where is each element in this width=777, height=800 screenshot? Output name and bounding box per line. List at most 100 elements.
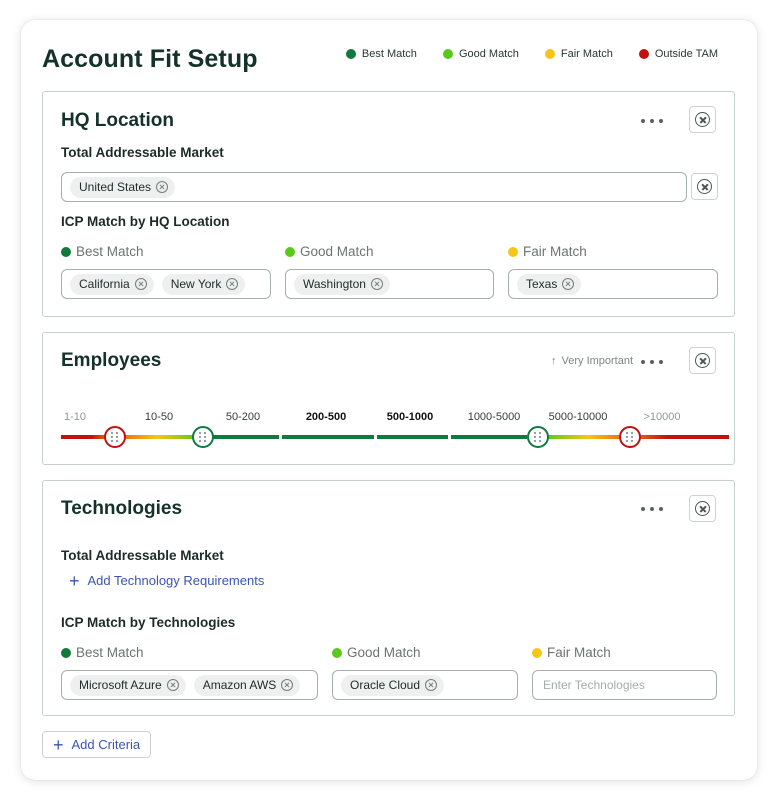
chip-label: Amazon AWS [202, 678, 277, 692]
employees-section: Employees ↑ Very Important 1-10 10-50 50… [42, 332, 735, 465]
arrow-up-icon: ↑ [551, 355, 557, 367]
employee-range-labels: 1-10 10-50 50-200 200-500 500-1000 1000-… [43, 411, 736, 427]
fair-match-dot-icon [532, 647, 542, 658]
close-circle-icon [695, 501, 710, 516]
range-label: 10-50 [144, 411, 174, 423]
slider-handle-best-low[interactable] [192, 426, 214, 448]
tam-label: Total Addressable Market [61, 548, 224, 563]
add-link-label: Add Technology Requirements [87, 573, 265, 588]
remove-section-button[interactable] [689, 106, 716, 133]
add-criteria-button[interactable]: + Add Criteria [42, 731, 152, 758]
slider-track-outside [61, 435, 105, 439]
fair-match-label: Fair Match [532, 645, 611, 660]
remove-section-button[interactable] [689, 495, 716, 522]
range-label: 5000-10000 [548, 411, 608, 423]
location-chip: Washington [294, 273, 390, 295]
page-title: Account Fit Setup [42, 45, 258, 73]
hq-location-section: HQ Location Total Addressable Market Uni… [42, 91, 735, 317]
clear-tam-button[interactable] [691, 173, 718, 200]
slider-track-fair [546, 435, 623, 439]
icp-label: ICP Match by Technologies [61, 615, 236, 630]
plus-icon: + [53, 734, 64, 755]
icp-label: ICP Match by HQ Location [61, 214, 230, 229]
range-label: 50-200 [225, 411, 261, 423]
legend-label: Best Match [361, 48, 417, 60]
match-label-text: Best Match [76, 645, 144, 660]
technology-chip: Amazon AWS [193, 674, 301, 696]
add-criteria-label: Add Criteria [71, 737, 141, 752]
legend-fair-match: Fair Match [544, 48, 613, 60]
remove-section-button[interactable] [689, 347, 716, 374]
slider-handle-best-high[interactable] [527, 426, 549, 448]
best-match-technology-input[interactable]: Microsoft Azure Amazon AWS [61, 670, 318, 700]
tam-location-input[interactable]: United States [61, 172, 687, 202]
close-circle-icon [695, 353, 710, 368]
location-chip: New York [161, 273, 246, 295]
good-match-location-input[interactable]: Washington [285, 269, 494, 299]
range-label: 500-1000 [386, 411, 434, 423]
drag-grip-icon [626, 432, 634, 442]
range-label: 1000-5000 [467, 411, 521, 423]
drag-grip-icon [199, 432, 207, 442]
good-match-label: Good Match [285, 244, 374, 259]
technology-chip: Microsoft Azure [70, 674, 186, 696]
best-match-label: Best Match [61, 645, 144, 660]
slider-track-fair [123, 435, 198, 439]
legend-label: Good Match [458, 48, 519, 60]
fair-match-dot-icon [544, 49, 555, 59]
drag-grip-icon [111, 432, 119, 442]
tam-label: Total Addressable Market [61, 145, 224, 160]
match-label-text: Good Match [300, 244, 374, 259]
section-title: Employees [61, 350, 162, 371]
range-label: >10000 [643, 411, 681, 423]
location-chip: United States [70, 176, 176, 198]
plus-icon: + [69, 570, 80, 591]
legend-outside-tam: Outside TAM [638, 48, 718, 60]
legend-label: Fair Match [560, 48, 613, 60]
match-legend: Best Match Good Match Fair Match Outside… [345, 48, 718, 60]
fair-match-technology-input[interactable]: Enter Technologies [532, 670, 717, 700]
slider-handle-outside-high[interactable] [619, 426, 641, 448]
remove-chip-icon[interactable] [156, 181, 169, 193]
location-chip: California [70, 273, 154, 295]
slider-track-best [451, 435, 527, 439]
account-fit-card: Account Fit Setup Best Match Good Match … [21, 20, 757, 780]
good-match-dot-icon [332, 647, 342, 658]
slider-track-outside [640, 435, 729, 439]
slider-track-best [213, 435, 279, 439]
best-match-location-input[interactable]: California New York [61, 269, 271, 299]
more-options-icon[interactable] [641, 114, 663, 128]
legend-good-match: Good Match [442, 48, 519, 60]
chip-label: Texas [526, 277, 558, 291]
best-match-dot-icon [345, 49, 356, 59]
technology-input-placeholder: Enter Technologies [543, 678, 645, 692]
add-technology-requirements-link[interactable]: + Add Technology Requirements [69, 570, 265, 591]
fair-match-dot-icon [508, 246, 518, 257]
technologies-section: Technologies Total Addressable Market + … [42, 480, 735, 716]
good-match-dot-icon [442, 49, 453, 59]
remove-chip-icon[interactable] [562, 278, 575, 290]
importance-label: Very Important [561, 355, 634, 367]
slider-track-best [377, 435, 448, 439]
more-options-icon[interactable] [641, 355, 663, 369]
importance-indicator[interactable]: ↑ Very Important [551, 355, 633, 367]
good-match-technology-input[interactable]: Oracle Cloud [332, 670, 518, 700]
legend-best-match: Best Match [345, 48, 417, 60]
remove-chip-icon[interactable] [425, 679, 438, 691]
fair-match-location-input[interactable]: Texas [508, 269, 718, 299]
chip-label: Oracle Cloud [350, 678, 421, 692]
outside-tam-dot-icon [638, 49, 649, 59]
chip-label: Washington [303, 277, 366, 291]
remove-chip-icon[interactable] [134, 278, 147, 290]
remove-chip-icon[interactable] [370, 278, 383, 290]
remove-chip-icon[interactable] [166, 679, 179, 691]
best-match-label: Best Match [61, 244, 144, 259]
fair-match-label: Fair Match [508, 244, 587, 259]
close-circle-icon [695, 112, 710, 127]
more-options-icon[interactable] [641, 502, 663, 516]
slider-handle-outside-low[interactable] [104, 426, 126, 448]
match-label-text: Best Match [76, 244, 144, 259]
good-match-label: Good Match [332, 645, 421, 660]
remove-chip-icon[interactable] [226, 278, 239, 290]
remove-chip-icon[interactable] [281, 679, 294, 691]
